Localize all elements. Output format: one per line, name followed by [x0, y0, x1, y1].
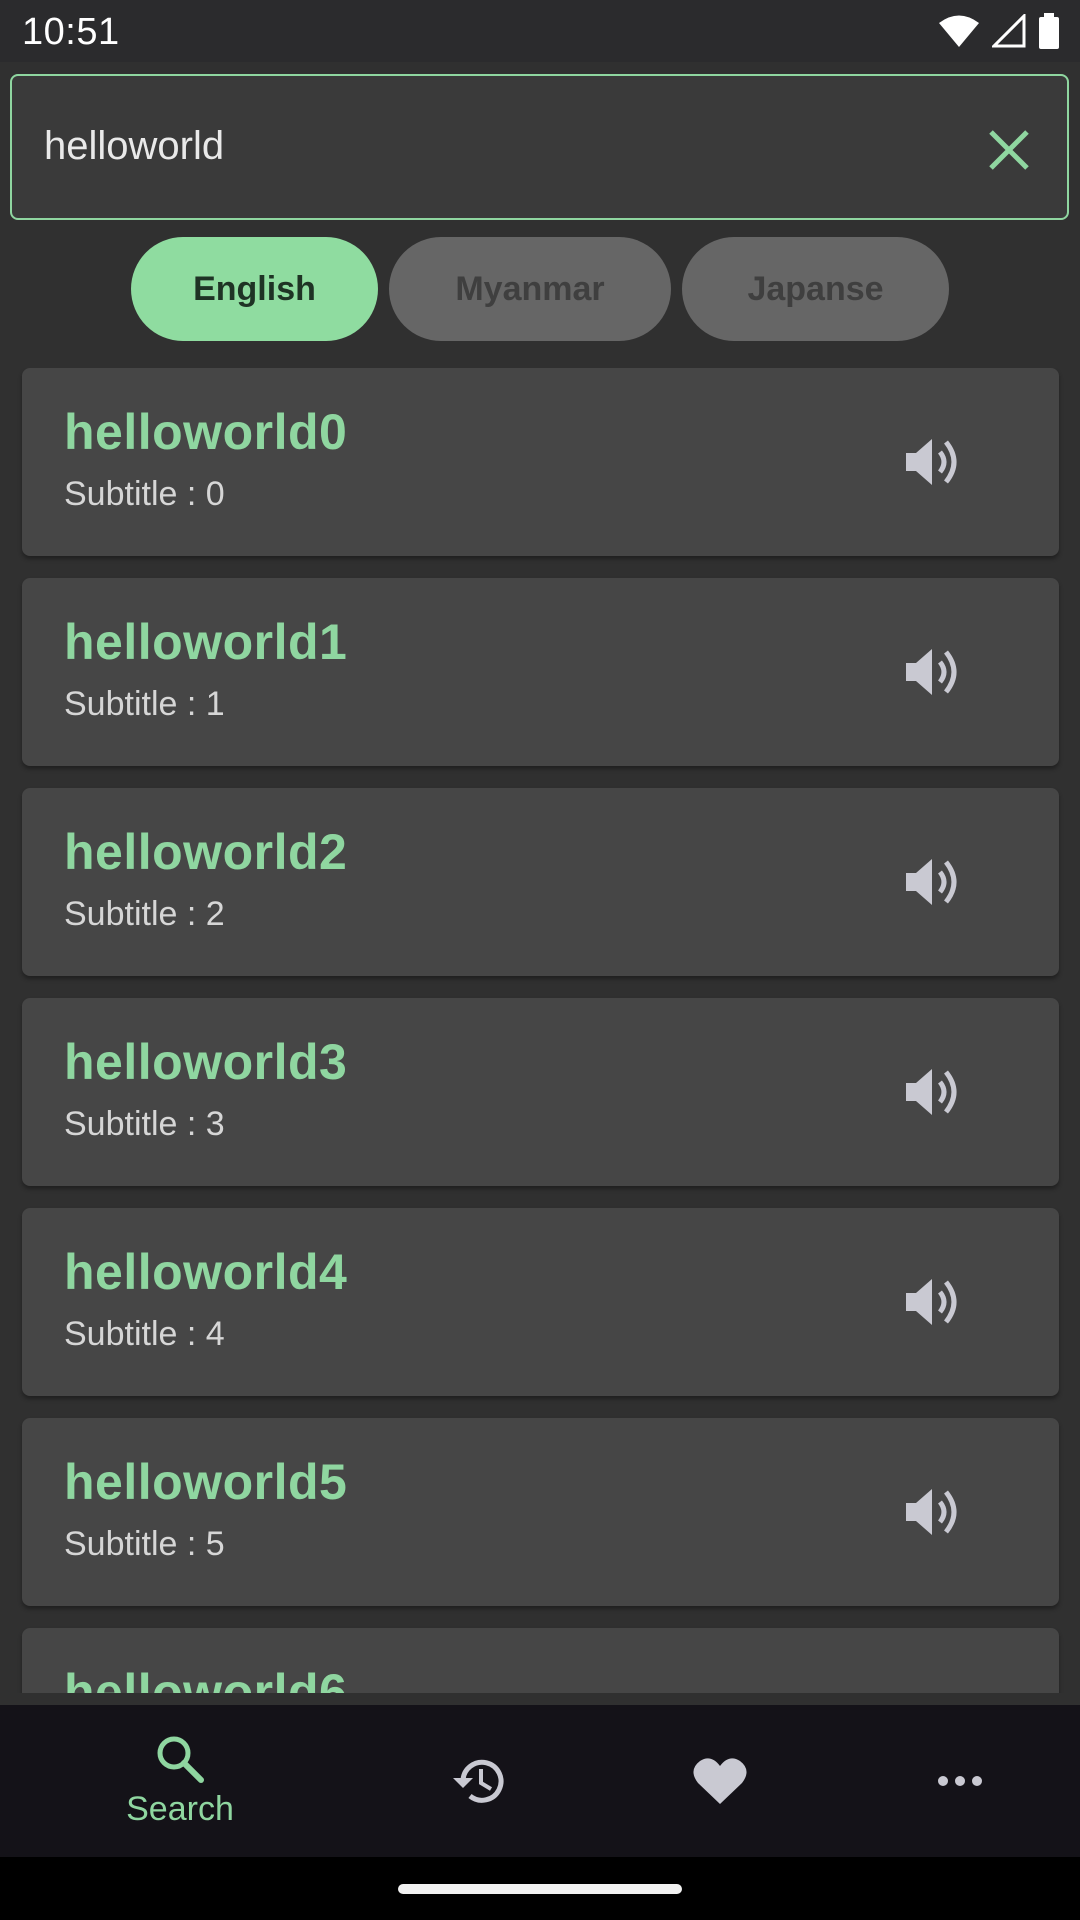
result-card[interactable]: helloworld4 Subtitle : 4: [22, 1208, 1059, 1396]
speaker-icon[interactable]: [902, 1064, 966, 1120]
chip-label: Myanmar: [455, 269, 605, 308]
search-input[interactable]: [44, 116, 944, 176]
result-subtitle: Subtitle : 4: [64, 1315, 225, 1353]
result-card[interactable]: helloworld1 Subtitle : 1: [22, 578, 1059, 766]
chip-japanese[interactable]: Japanse: [682, 237, 949, 341]
battery-icon: [1039, 13, 1059, 49]
result-subtitle: Subtitle : 3: [64, 1105, 225, 1143]
result-title: helloworld6: [64, 1664, 348, 1693]
result-card[interactable]: helloworld3 Subtitle : 3: [22, 998, 1059, 1186]
search-icon: [157, 1736, 204, 1783]
heart-icon: [693, 1758, 747, 1804]
bottom-navigation: Search: [0, 1705, 1080, 1857]
speaker-icon[interactable]: [902, 1274, 966, 1330]
result-card[interactable]: helloworld0 Subtitle : 0: [22, 368, 1059, 556]
result-subtitle: Subtitle : 0: [64, 475, 225, 513]
status-time: 10:51: [22, 11, 120, 53]
chip-label: English: [193, 269, 316, 308]
history-icon: [453, 1759, 504, 1803]
chip-english[interactable]: English: [131, 237, 378, 341]
result-subtitle: Subtitle : 1: [64, 685, 225, 723]
speaker-icon[interactable]: [902, 644, 966, 700]
result-title: helloworld4: [64, 1244, 348, 1300]
result-card[interactable]: helloworld2 Subtitle : 2: [22, 788, 1059, 976]
clear-search-button[interactable]: [977, 118, 1041, 182]
status-bar: 10:51: [0, 0, 1080, 62]
result-title: helloworld2: [64, 824, 348, 880]
result-title: helloworld0: [64, 404, 348, 460]
close-icon: [989, 130, 1029, 170]
result-subtitle: Subtitle : 2: [64, 895, 225, 933]
nav-history[interactable]: [360, 1705, 600, 1857]
result-title: helloworld1: [64, 614, 348, 670]
chip-label: Japanse: [747, 269, 884, 308]
nav-search[interactable]: Search: [60, 1705, 300, 1857]
result-card[interactable]: helloworld5 Subtitle : 5: [22, 1418, 1059, 1606]
results-list[interactable]: helloworld0 Subtitle : 0 helloworld1 Sub…: [0, 368, 1080, 1693]
speaker-icon[interactable]: [902, 854, 966, 910]
search-box[interactable]: [10, 74, 1069, 220]
result-subtitle: Subtitle : 5: [64, 1525, 225, 1563]
result-title: helloworld3: [64, 1034, 348, 1090]
more-icon: [938, 1776, 982, 1786]
speaker-icon[interactable]: [902, 434, 966, 490]
chip-myanmar[interactable]: Myanmar: [389, 237, 671, 341]
status-icons: [938, 12, 1060, 50]
gesture-bar: [0, 1857, 1080, 1920]
cell-signal-icon: [992, 14, 1026, 48]
nav-favorites[interactable]: [600, 1705, 840, 1857]
home-gesture-handle[interactable]: [398, 1884, 682, 1894]
result-title: helloworld5: [64, 1454, 348, 1510]
result-card[interactable]: helloworld6: [22, 1628, 1059, 1693]
nav-label: Search: [126, 1789, 234, 1828]
wifi-icon: [939, 15, 979, 47]
language-selector: English Myanmar Japanse: [0, 237, 1080, 341]
speaker-icon[interactable]: [902, 1484, 966, 1540]
nav-more[interactable]: [840, 1705, 1080, 1857]
